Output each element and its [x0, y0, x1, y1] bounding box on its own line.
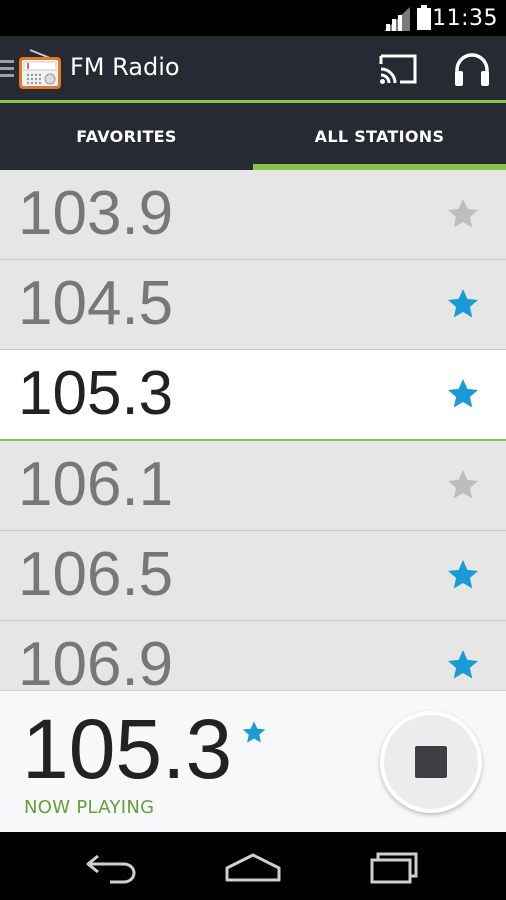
- now-playing-panel: 105.3 NOW PLAYING: [0, 690, 506, 833]
- status-time: 11:35: [432, 6, 498, 31]
- stop-icon: [415, 746, 447, 778]
- station-row[interactable]: 106.1: [0, 441, 506, 531]
- station-frequency: 106.1: [18, 450, 174, 519]
- menu-icon[interactable]: [0, 58, 14, 80]
- headphones-icon[interactable]: [452, 50, 492, 88]
- back-icon[interactable]: [84, 852, 140, 884]
- star-icon[interactable]: [444, 467, 482, 503]
- star-icon[interactable]: [444, 647, 482, 683]
- station-frequency: 106.5: [18, 540, 174, 609]
- star-icon[interactable]: [444, 376, 482, 412]
- station-row[interactable]: 104.5: [0, 260, 506, 350]
- star-icon[interactable]: [444, 286, 482, 322]
- recent-apps-icon[interactable]: [366, 848, 422, 884]
- station-frequency: 106.9: [18, 630, 174, 690]
- star-icon[interactable]: [444, 557, 482, 593]
- action-bar: FM Radio: [0, 36, 506, 103]
- station-row[interactable]: 103.9: [0, 170, 506, 260]
- now-playing-frequency: 105.3: [22, 702, 233, 796]
- home-icon[interactable]: [224, 852, 282, 882]
- station-row[interactable]: 106.5: [0, 531, 506, 621]
- now-playing-label: NOW PLAYING: [24, 797, 155, 818]
- now-playing-star-icon[interactable]: [240, 719, 268, 746]
- screen: 11:35 FM Radio FAVORITES ALL STATIONS 10…: [0, 0, 506, 900]
- station-list[interactable]: 103.9 104.5 105.3 106.1 106.5 106.9: [0, 170, 506, 690]
- cast-icon[interactable]: [378, 52, 418, 86]
- station-frequency: 105.3: [18, 359, 174, 428]
- station-row[interactable]: 106.9: [0, 621, 506, 690]
- star-icon[interactable]: [444, 196, 482, 232]
- radio-app-icon[interactable]: [18, 48, 62, 90]
- station-frequency: 103.9: [18, 179, 174, 248]
- navigation-bar: [0, 832, 506, 900]
- tab-favorites[interactable]: FAVORITES: [0, 103, 253, 170]
- tab-bar: FAVORITES ALL STATIONS: [0, 103, 506, 170]
- signal-icon: [384, 7, 410, 31]
- battery-icon: [417, 5, 431, 30]
- app-title: FM Radio: [70, 53, 180, 81]
- stop-button[interactable]: [380, 711, 482, 813]
- station-frequency: 104.5: [18, 269, 174, 338]
- status-bar: 11:35: [0, 0, 506, 36]
- tab-all-stations[interactable]: ALL STATIONS: [253, 103, 506, 170]
- station-row-selected[interactable]: 105.3: [0, 350, 506, 441]
